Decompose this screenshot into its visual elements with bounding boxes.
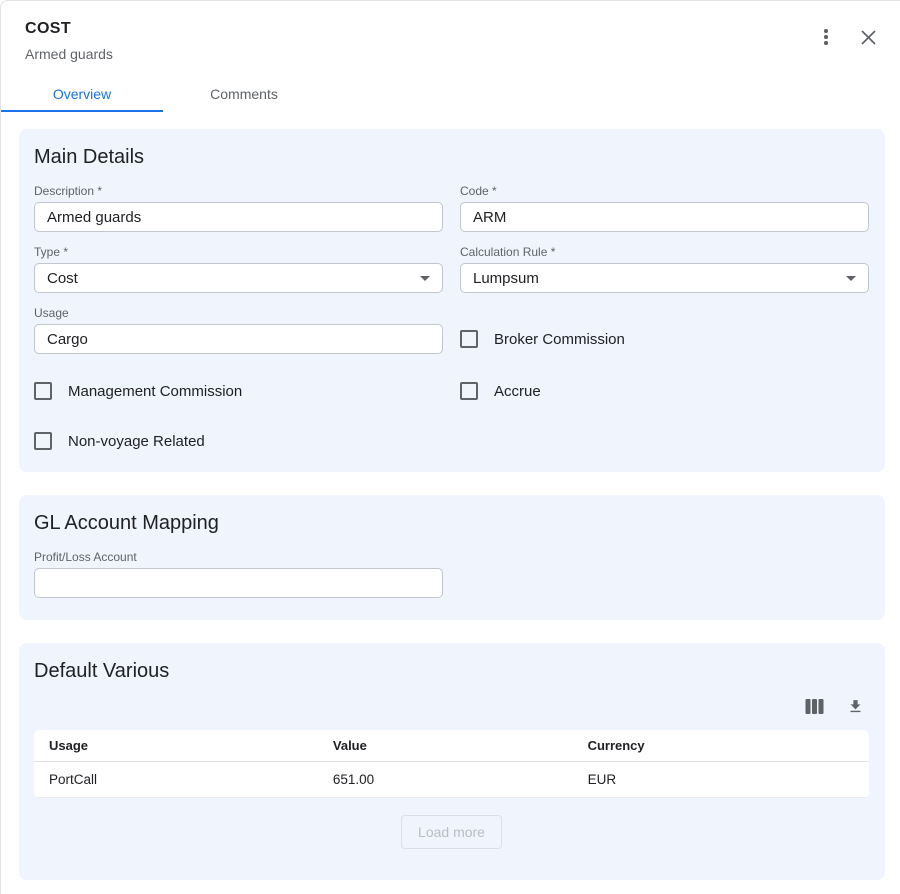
header-actions [816, 20, 878, 62]
non-voyage-related-checkbox[interactable] [34, 432, 52, 450]
calculation-rule-select-value: Lumpsum [473, 270, 539, 287]
usage-label: Usage [34, 306, 443, 320]
broker-commission-checkbox[interactable] [460, 330, 478, 348]
table-header-row: Usage Value Currency [34, 730, 869, 762]
load-more-container: Load more [34, 815, 869, 849]
profit-loss-account-input[interactable] [34, 568, 443, 598]
broker-commission-checkbox-row[interactable]: Broker Commission [460, 330, 869, 348]
section-title-default-various: Default Various [34, 660, 869, 683]
type-select-value: Cost [47, 270, 78, 287]
non-voyage-related-checkbox-row[interactable]: Non-voyage Related [34, 432, 443, 450]
dialog-header: COST Armed guards [1, 1, 900, 62]
code-label: Code * [460, 184, 869, 198]
usage-field-group: Usage [34, 306, 443, 354]
accrue-checkbox-row[interactable]: Accrue [460, 382, 869, 400]
column-header-value: Value [318, 730, 573, 762]
page-subtitle: Armed guards [25, 46, 113, 62]
dialog-content: Main Details Description * Code * Type *… [1, 112, 900, 894]
code-field-group: Code * [460, 184, 869, 232]
cell-currency: EUR [573, 762, 869, 798]
calculation-rule-label: Calculation Rule * [460, 245, 869, 259]
calculation-rule-select[interactable]: Lumpsum [460, 263, 869, 293]
tab-bar: Overview Comments [1, 77, 900, 112]
non-voyage-related-label: Non-voyage Related [68, 433, 205, 450]
tab-comments[interactable]: Comments [163, 77, 325, 112]
type-label: Type * [34, 245, 443, 259]
management-commission-label: Management Commission [68, 383, 242, 400]
profit-loss-account-label: Profit/Loss Account [34, 550, 443, 564]
section-title-gl-account-mapping: GL Account Mapping [34, 512, 869, 535]
cell-value: 651.00 [318, 762, 573, 798]
chevron-down-icon [846, 276, 856, 281]
chevron-down-icon [420, 276, 430, 281]
load-more-button[interactable]: Load more [401, 815, 502, 849]
column-header-currency: Currency [573, 730, 869, 762]
code-input[interactable] [460, 202, 869, 232]
tab-overview[interactable]: Overview [1, 77, 163, 112]
description-field-group: Description * [34, 184, 443, 232]
usage-input[interactable] [34, 324, 443, 354]
description-label: Description * [34, 184, 443, 198]
page-title: COST [25, 20, 113, 38]
cell-usage: PortCall [34, 762, 318, 798]
table-row[interactable]: PortCall 651.00 EUR [34, 762, 869, 798]
management-commission-checkbox-row[interactable]: Management Commission [34, 382, 443, 400]
description-input[interactable] [34, 202, 443, 232]
kebab-menu-icon[interactable] [816, 27, 836, 47]
default-various-table: Usage Value Currency PortCall 651.00 EUR [34, 730, 869, 798]
section-title-main-details: Main Details [34, 146, 869, 169]
type-field-group: Type * Cost [34, 245, 443, 293]
section-main-details: Main Details Description * Code * Type *… [19, 129, 885, 472]
download-icon[interactable] [847, 698, 864, 715]
calculation-rule-field-group: Calculation Rule * Lumpsum [460, 245, 869, 293]
column-header-usage: Usage [34, 730, 318, 762]
accrue-label: Accrue [494, 383, 541, 400]
header-text: COST Armed guards [25, 20, 113, 62]
accrue-checkbox[interactable] [460, 382, 478, 400]
table-toolbar [34, 698, 864, 715]
profit-loss-account-field-group: Profit/Loss Account [34, 550, 443, 598]
broker-commission-label: Broker Commission [494, 331, 625, 348]
section-default-various: Default Various Usage [19, 643, 885, 880]
section-gl-account-mapping: GL Account Mapping Profit/Loss Account [19, 495, 885, 620]
columns-icon[interactable] [805, 698, 824, 715]
type-select[interactable]: Cost [34, 263, 443, 293]
management-commission-checkbox[interactable] [34, 382, 52, 400]
close-icon[interactable] [858, 27, 878, 47]
